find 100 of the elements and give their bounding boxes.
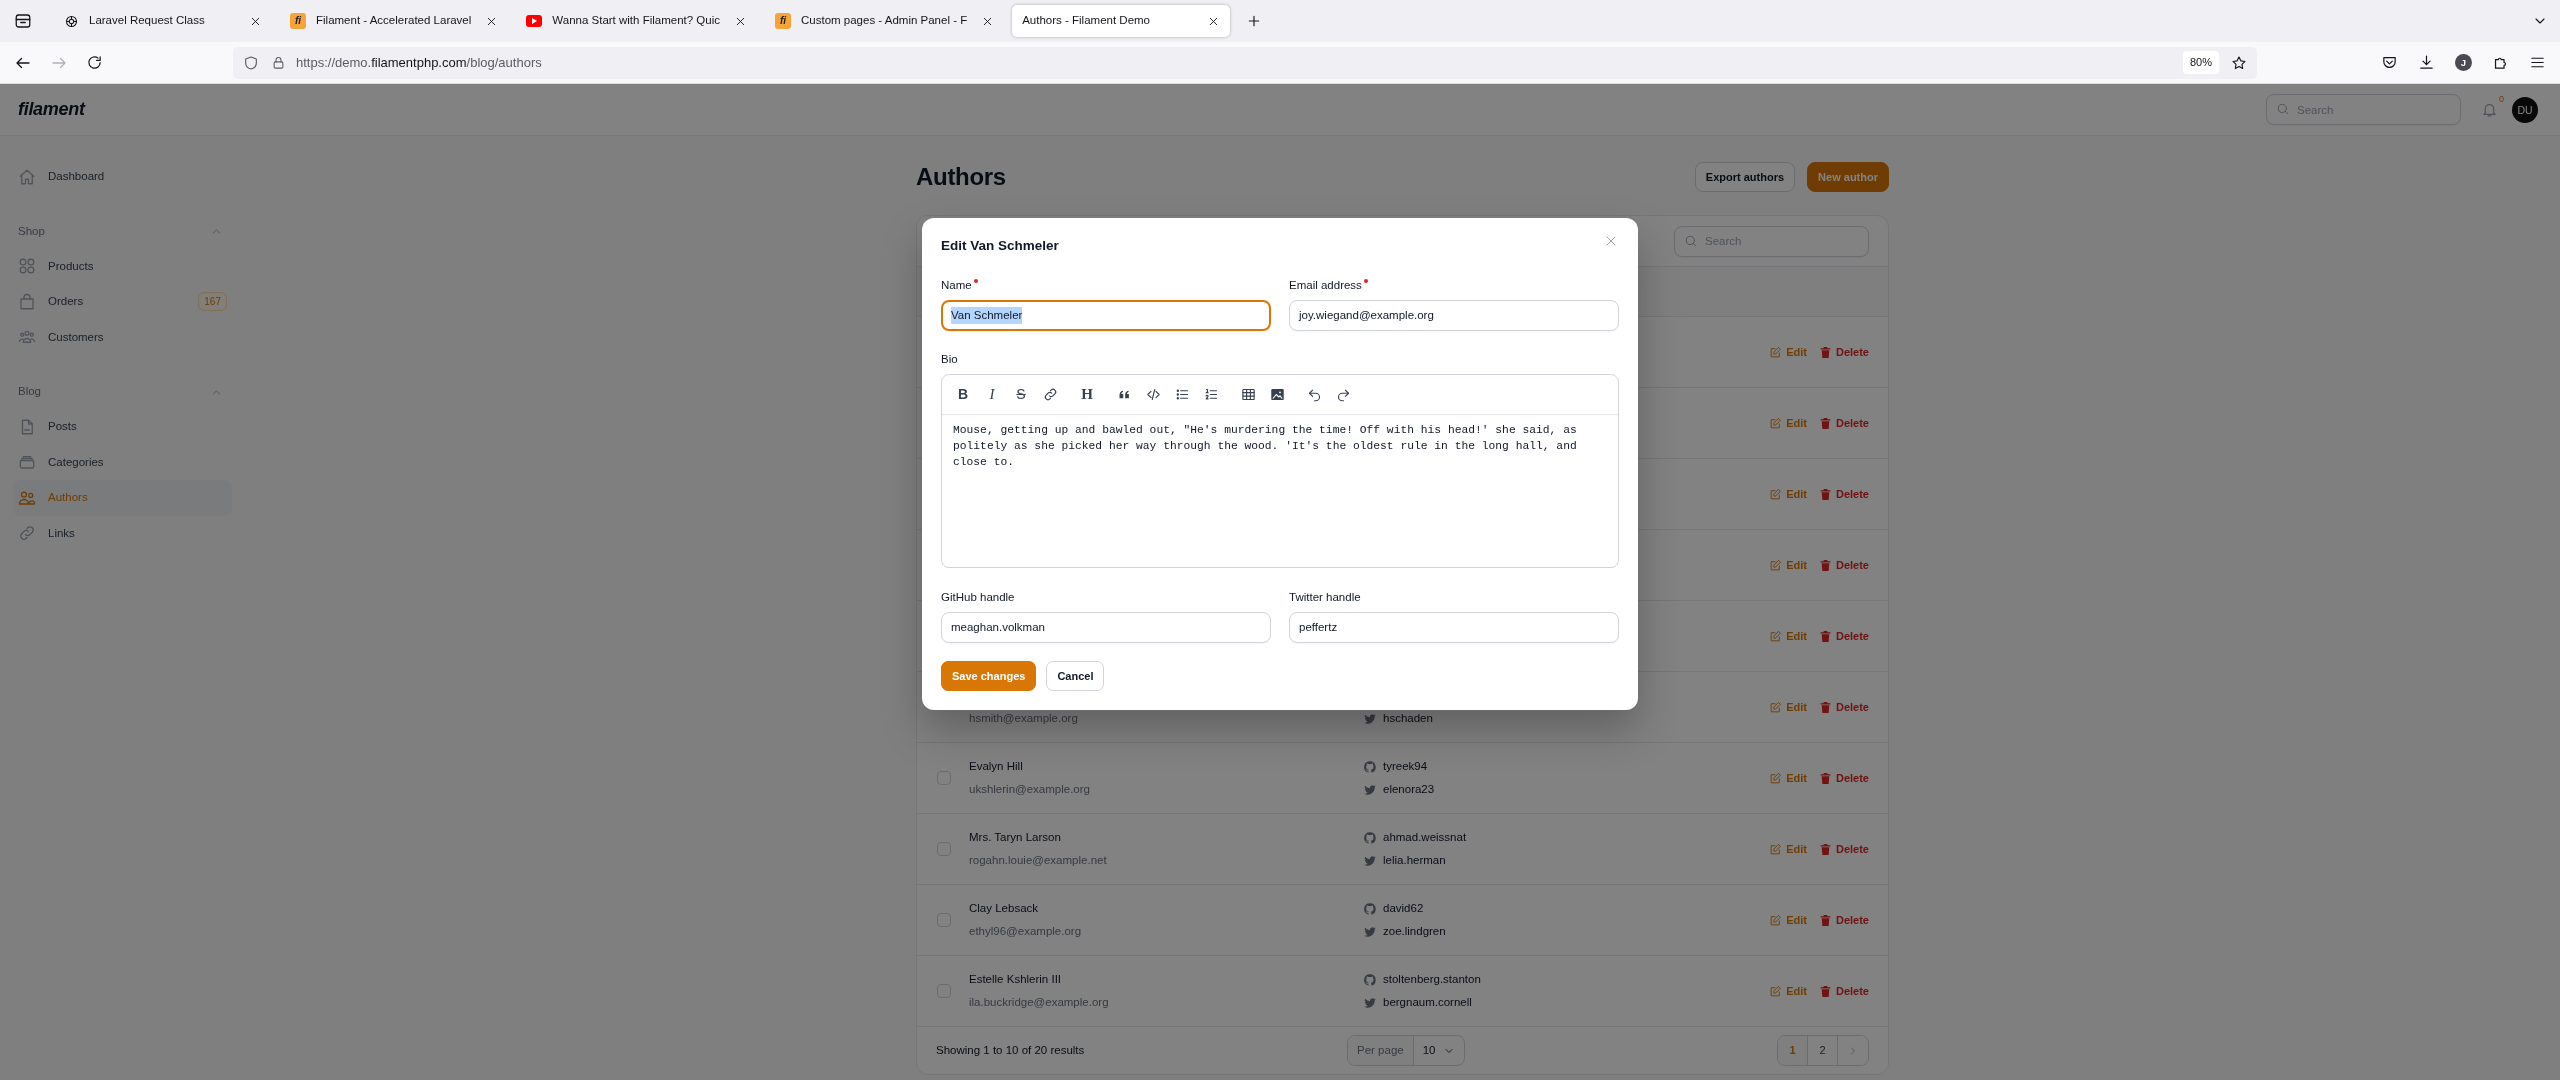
input-field[interactable]: meaghan.volkman [941, 612, 1271, 643]
sidebar-item[interactable]: Orders 167 [13, 284, 232, 320]
count-badge: 167 [198, 292, 227, 312]
heading-button[interactable]: H [1076, 383, 1098, 406]
trash-icon [1818, 771, 1832, 785]
download-icon[interactable] [2418, 54, 2435, 71]
sidebar-item[interactable]: Dashboard [13, 159, 232, 195]
results-summary: Showing 1 to 10 of 20 results [936, 1042, 1086, 1058]
input-field[interactable]: Van Schmeler [941, 300, 1271, 331]
edit-link[interactable]: Edit [1769, 698, 1807, 716]
pencil-square-icon [1769, 345, 1783, 359]
sidebar-item[interactable]: Authors [13, 480, 232, 516]
browser-tab[interactable]: fi Custom pages - Admin Panel - F [765, 5, 1005, 37]
edit-link[interactable]: Edit [1769, 911, 1807, 929]
profile-avatar[interactable]: J [2455, 54, 2472, 71]
row-checkbox[interactable] [937, 771, 951, 785]
browser-tab[interactable]: Authors - Filament Demo [1012, 5, 1231, 37]
delete-link[interactable]: Delete [1818, 769, 1869, 787]
code-icon[interactable] [1145, 387, 1161, 402]
star-icon[interactable] [2231, 54, 2247, 71]
pencil-square-icon [1769, 700, 1783, 714]
shield-icon[interactable] [243, 54, 259, 71]
field-label: GitHub handle [941, 590, 1015, 605]
field-label: Bio [941, 352, 958, 367]
brand-logo[interactable]: filament [18, 96, 85, 123]
edit-link[interactable]: Edit [1769, 343, 1807, 361]
bullet-list-icon[interactable] [1174, 387, 1190, 402]
image-icon[interactable] [1269, 387, 1285, 402]
zoom-level[interactable]: 80% [2182, 51, 2219, 74]
browser-tab[interactable]: Laravel Request Class [54, 5, 272, 37]
pocket-icon[interactable] [2381, 54, 2398, 71]
delete-link[interactable]: Delete [1818, 982, 1869, 1000]
trash-icon [1818, 416, 1832, 430]
delete-link[interactable]: Delete [1818, 414, 1869, 432]
strike-button[interactable]: S [1010, 383, 1032, 406]
github-handle: ahmad.weissnat [1383, 830, 1467, 845]
save-button[interactable]: Save changes [941, 661, 1037, 691]
github-handle: tyreek94 [1383, 759, 1428, 774]
row-checkbox[interactable] [937, 913, 951, 927]
numbered-list-icon[interactable] [1203, 387, 1219, 402]
group-label: Shop [18, 223, 45, 239]
delete-link[interactable]: Delete [1818, 556, 1869, 574]
pencil-square-icon [1769, 984, 1783, 998]
reload-icon[interactable] [86, 54, 103, 71]
link-icon [18, 524, 36, 543]
input-field[interactable]: peffertz [1289, 612, 1619, 643]
edit-link[interactable]: Edit [1769, 485, 1807, 503]
tray-icon[interactable] [14, 12, 32, 30]
bold-button[interactable]: B [952, 383, 974, 406]
edit-link[interactable]: Edit [1769, 414, 1807, 432]
link-icon[interactable] [1042, 387, 1058, 402]
row-checkbox[interactable] [937, 984, 951, 998]
browser-tab[interactable]: Wanna Start with Filament? Quic [516, 5, 757, 37]
page-title: Authors [916, 162, 1006, 192]
trash-icon [1818, 487, 1832, 501]
input-field[interactable]: joy.wiegand@example.org [1289, 300, 1619, 331]
redo-icon[interactable] [1335, 387, 1351, 402]
cat-icon [1363, 759, 1377, 774]
delete-link[interactable]: Delete [1818, 485, 1869, 503]
new-button[interactable]: New author [1807, 162, 1889, 192]
user-avatar[interactable]: DU [2512, 96, 2538, 123]
author-name: Clay Lebsack [969, 901, 1040, 916]
github-handle: david62 [1383, 901, 1424, 916]
pencil-square-icon [1769, 842, 1783, 856]
italic-button[interactable]: I [981, 383, 1003, 406]
table-icon[interactable] [1240, 387, 1256, 402]
dialog-title: Edit Van Schmeler [941, 237, 1059, 255]
sidebar-item[interactable]: Products [13, 248, 232, 284]
trash-icon [1818, 700, 1832, 714]
browser-tab[interactable]: fi Filament - Accelerated Laravel [280, 5, 509, 37]
per-page-select[interactable]: 10 [1413, 1036, 1465, 1065]
twitter-handle: elenora23 [1383, 782, 1435, 797]
bio-text[interactable]: Mouse, getting up and bawled out, "He's murdering the time! Off with his head!' she said, as politely as she picked her way through the wood. 'It's the oldest rule in the long hall, and close to. [942, 415, 1618, 470]
delete-link[interactable]: Delete [1818, 698, 1869, 716]
edit-link[interactable]: Edit [1769, 840, 1807, 858]
pencil-square-icon [1769, 629, 1783, 643]
delete-link[interactable]: Delete [1818, 343, 1869, 361]
edit-link[interactable]: Edit [1769, 556, 1807, 574]
pencil-square-icon [1769, 771, 1783, 785]
delete-link[interactable]: Delete [1818, 911, 1869, 929]
edit-link[interactable]: Edit [1769, 627, 1807, 645]
flower-icon [64, 13, 79, 29]
delete-link[interactable]: Delete [1818, 627, 1869, 645]
export-button[interactable]: Export authors [1694, 162, 1796, 192]
edit-link[interactable]: Edit [1769, 982, 1807, 1000]
sidebar-item[interactable]: Posts [13, 409, 232, 445]
row-checkbox[interactable] [937, 842, 951, 856]
cancel-button[interactable]: Cancel [1046, 661, 1105, 691]
trash-icon [1818, 842, 1832, 856]
sidebar-item[interactable]: Customers [13, 319, 232, 355]
bird-icon [1363, 995, 1377, 1010]
twitter-handle: hschaden [1383, 711, 1433, 726]
url-text[interactable]: https://demo.filamentphp.com/blog/authors [296, 52, 542, 73]
notification-count: 0 [2499, 93, 2504, 106]
undo-icon[interactable] [1306, 387, 1322, 402]
sidebar-item[interactable]: Links [13, 515, 232, 551]
edit-link[interactable]: Edit [1769, 769, 1807, 787]
delete-link[interactable]: Delete [1818, 840, 1869, 858]
page-button[interactable]: 1 [1778, 1036, 1808, 1065]
sidebar-item[interactable]: Categories [13, 444, 232, 480]
